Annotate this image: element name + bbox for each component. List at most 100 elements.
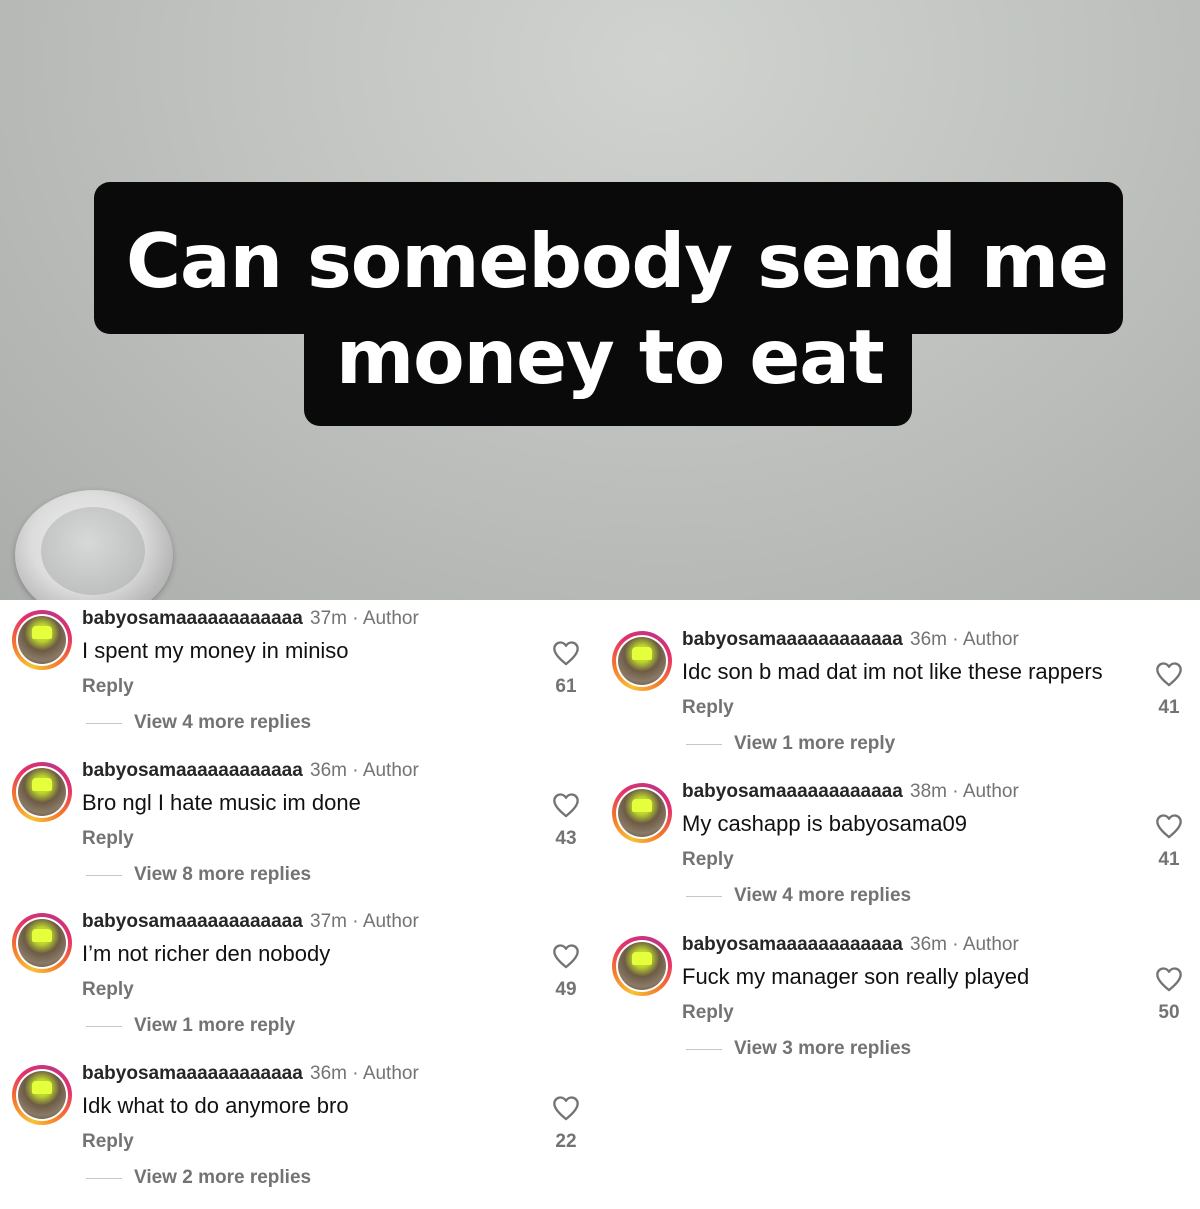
post-image: Can somebody send me money to eat bbox=[0, 0, 1200, 600]
heart-icon[interactable] bbox=[552, 1095, 580, 1121]
comment-username[interactable]: babyosamaaaaaaaaaaaa bbox=[682, 934, 903, 956]
reply-button[interactable]: Reply bbox=[82, 828, 134, 850]
replies-divider bbox=[86, 1026, 122, 1027]
replies-divider bbox=[86, 875, 122, 876]
separator: · bbox=[352, 760, 359, 781]
like-count: 50 bbox=[1158, 1002, 1180, 1023]
comment: babyosamaaaaaaaaaaaa 36m · Author Idk what… bbox=[12, 1059, 602, 1209]
comment-text: I spent my money in miniso bbox=[82, 638, 349, 663]
heart-icon[interactable] bbox=[552, 640, 580, 666]
avatar-photo bbox=[618, 637, 666, 685]
view-more-replies-button[interactable]: View 3 more replies bbox=[734, 1038, 911, 1060]
author-tag: Author bbox=[362, 1063, 419, 1084]
comment: babyosamaaaaaaaaaaaa 37m · Author I’m not … bbox=[12, 907, 602, 1057]
separator: · bbox=[952, 934, 959, 955]
view-more-replies-button[interactable]: View 1 more reply bbox=[734, 733, 895, 755]
comment-username[interactable]: babyosamaaaaaaaaaaaa bbox=[682, 629, 903, 651]
replies-divider bbox=[86, 723, 122, 724]
comment-text: My cashapp is babyosama09 bbox=[682, 811, 967, 836]
comment-text: Fuck my manager son really played bbox=[682, 964, 1030, 989]
author-tag: Author bbox=[362, 760, 419, 781]
heart-icon[interactable] bbox=[1155, 966, 1183, 992]
heart-icon[interactable] bbox=[552, 943, 580, 969]
author-tag: Author bbox=[962, 781, 1019, 802]
view-more-replies-button[interactable]: View 8 more replies bbox=[134, 864, 311, 886]
avatar[interactable] bbox=[612, 783, 672, 843]
avatar[interactable] bbox=[12, 913, 72, 973]
comment-text: I’m not richer den nobody bbox=[82, 941, 331, 966]
reply-button[interactable]: Reply bbox=[682, 849, 734, 871]
comment-username[interactable]: babyosamaaaaaaaaaaaa bbox=[82, 911, 303, 933]
comment-time: 36m bbox=[310, 1063, 347, 1084]
author-tag: Author bbox=[362, 911, 419, 932]
reply-button[interactable]: Reply bbox=[682, 1002, 734, 1024]
comment-meta: 37m · Author bbox=[310, 911, 419, 933]
comment: babyosamaaaaaaaaaaaa 36m · Author Bro ngl … bbox=[12, 756, 602, 906]
reply-button[interactable]: Reply bbox=[82, 1131, 134, 1153]
comment-time: 37m bbox=[310, 911, 347, 932]
like-count: 41 bbox=[1158, 697, 1180, 718]
caption-line-2: money to eat bbox=[304, 320, 912, 426]
comment: babyosamaaaaaaaaaaaa 37m · Author I spent … bbox=[12, 604, 602, 754]
reply-button[interactable]: Reply bbox=[682, 697, 734, 719]
comment: babyosamaaaaaaaaaaaa 38m · Author My casha… bbox=[612, 777, 1200, 927]
comment-username[interactable]: babyosamaaaaaaaaaaaa bbox=[82, 1063, 303, 1085]
replies-divider bbox=[686, 896, 722, 897]
replies-divider bbox=[86, 1178, 122, 1179]
author-tag: Author bbox=[362, 608, 419, 629]
comment-meta: 36m · Author bbox=[310, 760, 419, 782]
author-tag: Author bbox=[962, 934, 1019, 955]
separator: · bbox=[352, 1063, 359, 1084]
comment-time: 36m bbox=[310, 760, 347, 781]
separator: · bbox=[952, 629, 959, 650]
view-more-replies-button[interactable]: View 1 more reply bbox=[134, 1015, 295, 1037]
separator: · bbox=[352, 911, 359, 932]
like-count: 41 bbox=[1158, 849, 1180, 870]
separator: · bbox=[952, 781, 959, 802]
heart-icon[interactable] bbox=[552, 792, 580, 818]
avatar[interactable] bbox=[12, 1065, 72, 1125]
comment-meta: 38m · Author bbox=[910, 781, 1019, 803]
author-tag: Author bbox=[962, 629, 1019, 650]
avatar-photo bbox=[18, 616, 66, 664]
replies-divider bbox=[686, 1049, 722, 1050]
avatar[interactable] bbox=[12, 762, 72, 822]
comment-meta: 36m · Author bbox=[910, 934, 1019, 956]
like-count: 43 bbox=[555, 828, 577, 849]
like-count: 61 bbox=[555, 676, 577, 697]
avatar-photo bbox=[618, 942, 666, 990]
comment-username[interactable]: babyosamaaaaaaaaaaaa bbox=[682, 781, 903, 803]
avatar-photo bbox=[18, 1071, 66, 1119]
comment: babyosamaaaaaaaaaaaa 36m · Author Fuck my … bbox=[612, 930, 1200, 1080]
avatar-photo bbox=[18, 919, 66, 967]
comment-username[interactable]: babyosamaaaaaaaaaaaa bbox=[82, 760, 303, 782]
comment-text: Idk what to do anymore bro bbox=[82, 1093, 349, 1118]
comment-meta: 36m · Author bbox=[910, 629, 1019, 651]
comment: babyosamaaaaaaaaaaaa 36m · Author Idc son … bbox=[612, 625, 1200, 775]
heart-icon[interactable] bbox=[1155, 813, 1183, 839]
comment-time: 37m bbox=[310, 608, 347, 629]
like-count: 22 bbox=[555, 1131, 577, 1152]
reply-button[interactable]: Reply bbox=[82, 676, 134, 698]
separator: · bbox=[352, 608, 359, 629]
avatar-photo bbox=[618, 789, 666, 837]
reply-button[interactable]: Reply bbox=[82, 979, 134, 1001]
avatar-photo bbox=[18, 768, 66, 816]
view-more-replies-button[interactable]: View 4 more replies bbox=[134, 712, 311, 734]
replies-divider bbox=[686, 744, 722, 745]
heart-icon[interactable] bbox=[1155, 661, 1183, 687]
avatar[interactable] bbox=[12, 610, 72, 670]
comment-time: 36m bbox=[910, 934, 947, 955]
comment-meta: 36m · Author bbox=[310, 1063, 419, 1085]
comment-time: 36m bbox=[910, 629, 947, 650]
like-count: 49 bbox=[555, 979, 577, 1000]
view-more-replies-button[interactable]: View 4 more replies bbox=[734, 885, 911, 907]
view-more-replies-button[interactable]: View 2 more replies bbox=[134, 1167, 311, 1189]
comment-text: Idc son b mad dat im not like these rapp… bbox=[682, 659, 1103, 684]
comment-username[interactable]: babyosamaaaaaaaaaaaa bbox=[82, 608, 303, 630]
comment-meta: 37m · Author bbox=[310, 608, 419, 630]
avatar[interactable] bbox=[612, 936, 672, 996]
comment-text: Bro ngl I hate music im done bbox=[82, 790, 361, 815]
comment-time: 38m bbox=[910, 781, 947, 802]
avatar[interactable] bbox=[612, 631, 672, 691]
